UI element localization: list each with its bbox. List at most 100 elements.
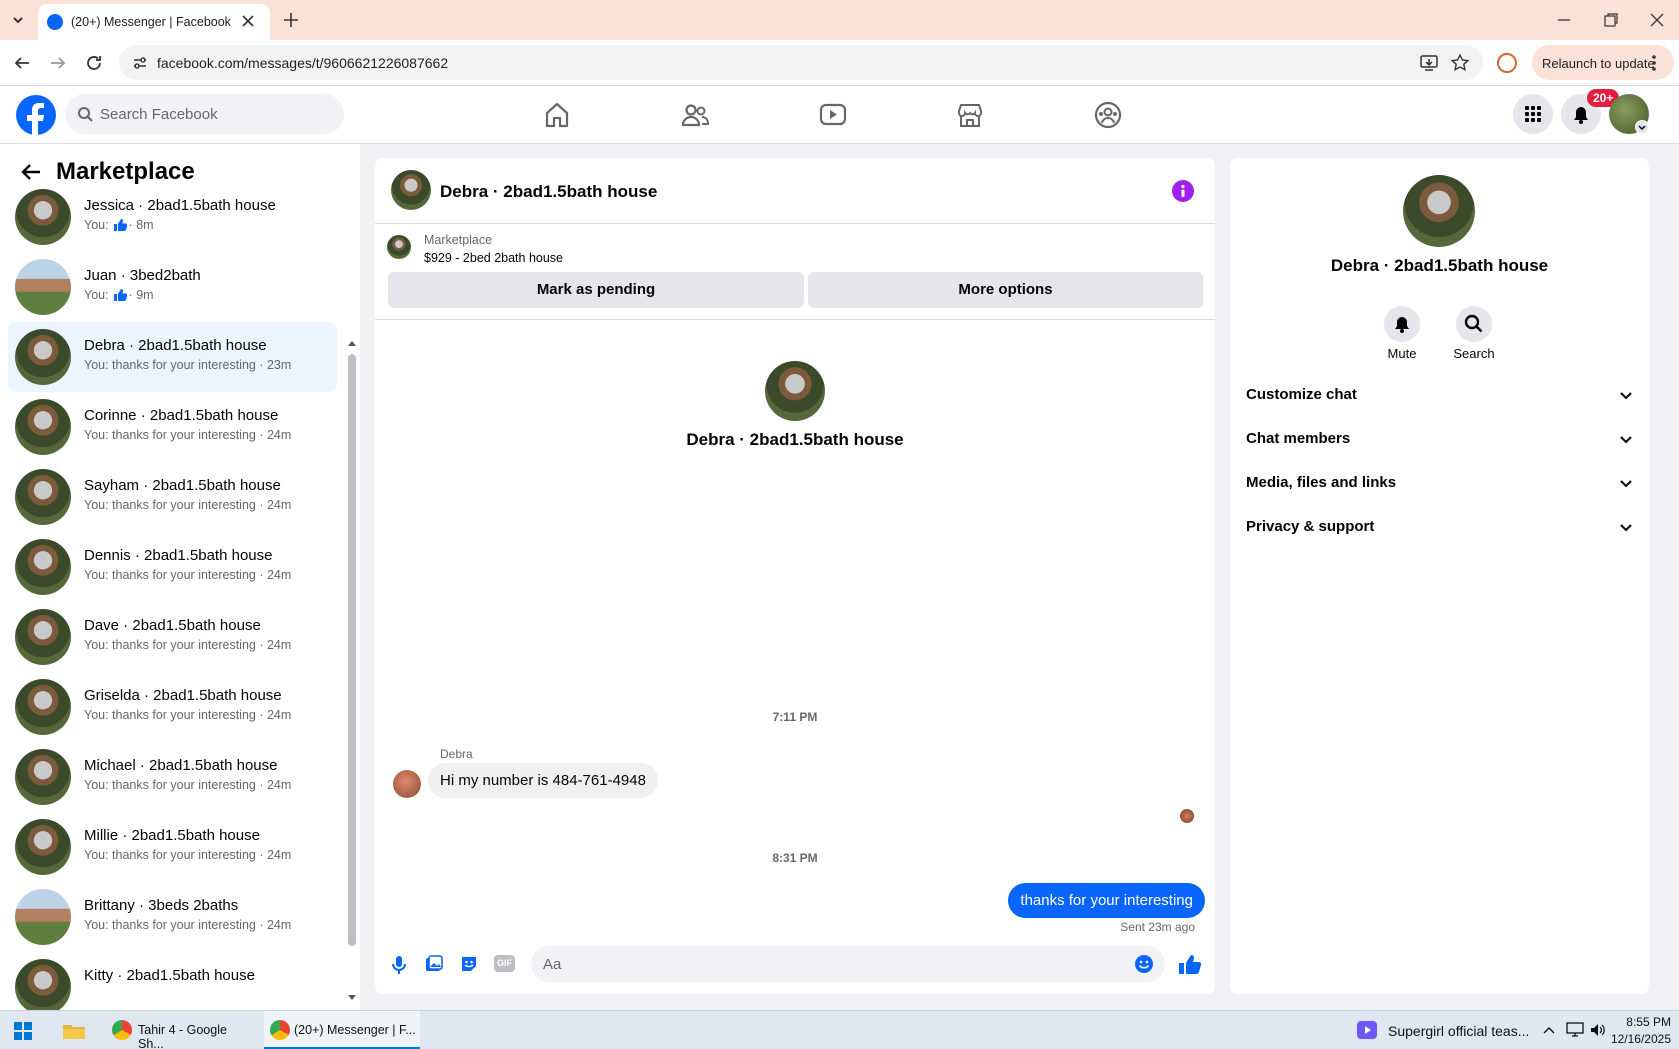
scroll-up-icon[interactable] bbox=[347, 339, 357, 347]
mark-as-pending-button[interactable]: Mark as pending bbox=[388, 272, 804, 308]
conversation-item[interactable]: Michael · 2bad1.5bath house You: thanks f… bbox=[8, 742, 337, 812]
taskbar-app-sheets[interactable]: Tahir 4 - Google Sh... bbox=[108, 1011, 256, 1049]
tray-chevron-icon[interactable] bbox=[1542, 1024, 1556, 1036]
conversation-name: Sayham · 2bad1.5bath house bbox=[84, 477, 281, 494]
restore-icon[interactable] bbox=[1603, 12, 1619, 28]
conversation-item[interactable]: Brittany · 3beds 2baths You: thanks for y… bbox=[8, 882, 337, 952]
timestamp: 8:31 PM bbox=[772, 851, 818, 865]
outgoing-message[interactable]: thanks for your interesting bbox=[1008, 883, 1205, 918]
conversation-item[interactable]: Dave · 2bad1.5bath house You: thanks for … bbox=[8, 602, 337, 672]
address-bar[interactable]: facebook.com/messages/t/9606621226087662 bbox=[119, 45, 1483, 80]
info-section-header[interactable]: Chat members bbox=[1246, 430, 1633, 447]
profile-icon[interactable] bbox=[1497, 53, 1517, 73]
taskbar-app-messenger[interactable]: (20+) Messenger | F... bbox=[264, 1011, 420, 1049]
chevron-down-icon bbox=[1619, 476, 1633, 490]
tab-search-icon[interactable] bbox=[8, 10, 28, 30]
site-info-icon[interactable] bbox=[132, 55, 148, 71]
bookmark-star-icon[interactable] bbox=[1450, 53, 1470, 73]
chevron-down-icon bbox=[1619, 388, 1633, 402]
back-icon[interactable] bbox=[12, 53, 32, 73]
facebook-logo-icon[interactable] bbox=[16, 95, 56, 135]
emoji-icon[interactable] bbox=[1134, 954, 1154, 974]
conversation-avatar bbox=[15, 609, 71, 665]
conversation-name: Michael · 2bad1.5bath house bbox=[84, 757, 278, 774]
back-arrow-icon[interactable] bbox=[20, 161, 42, 183]
scroll-down-icon[interactable] bbox=[347, 994, 357, 1002]
info-section-header[interactable]: Customize chat bbox=[1246, 386, 1633, 403]
conversation-name: Millie · 2bad1.5bath house bbox=[84, 827, 260, 844]
mute-label: Mute bbox=[1387, 346, 1417, 361]
nav-friends-icon[interactable] bbox=[680, 100, 710, 130]
forward-icon[interactable] bbox=[48, 53, 68, 73]
clock-time[interactable]: 8:55 PM bbox=[1615, 1015, 1671, 1029]
chat-title[interactable]: Debra · 2bad1.5bath house bbox=[440, 182, 657, 202]
network-icon[interactable] bbox=[1566, 1022, 1584, 1038]
windows-taskbar: Tahir 4 - Google Sh... (20+) Messenger |… bbox=[0, 1010, 1679, 1049]
conversation-name: Brittany · 3beds 2baths bbox=[84, 897, 239, 914]
conversation-item[interactable]: Dennis · 2bad1.5bath house You: thanks fo… bbox=[8, 532, 337, 602]
photo-icon[interactable] bbox=[424, 954, 444, 974]
section-title: Customize chat bbox=[1246, 386, 1357, 403]
close-window-icon[interactable] bbox=[1649, 12, 1665, 28]
sent-status: Sent 23m ago bbox=[1120, 920, 1195, 934]
conversation-name: Kitty · 2bad1.5bath house bbox=[84, 967, 255, 984]
conversation-item[interactable]: Griselda · 2bad1.5bath house You: thanks … bbox=[8, 672, 337, 742]
preview-time: · 9m bbox=[128, 288, 154, 302]
conversation-item[interactable]: Millie · 2bad1.5bath house You: thanks fo… bbox=[8, 812, 337, 882]
info-section-header[interactable]: Media, files and links bbox=[1246, 474, 1633, 491]
timestamp: 7:11 PM bbox=[772, 710, 818, 724]
incoming-message[interactable]: Hi my number is 484-761-4948 bbox=[428, 763, 658, 798]
search-in-chat-button[interactable] bbox=[1456, 306, 1492, 342]
tab-messenger[interactable]: (20+) Messenger | Facebook bbox=[38, 4, 270, 40]
like-thumb-icon bbox=[113, 218, 127, 231]
media-player-icon[interactable] bbox=[1357, 1021, 1377, 1039]
sender-avatar[interactable] bbox=[393, 770, 421, 798]
like-thumb-icon[interactable] bbox=[1178, 953, 1202, 975]
account-chevron-icon[interactable] bbox=[1635, 120, 1649, 134]
menu-grid-button[interactable] bbox=[1513, 94, 1553, 134]
conversation-preview: You: thanks for your interesting · 24m bbox=[84, 848, 292, 862]
gif-icon[interactable]: GIF bbox=[494, 955, 515, 972]
conversation-avatar bbox=[15, 749, 71, 805]
chat-avatar[interactable] bbox=[391, 170, 431, 210]
conversation-item[interactable]: Debra · 2bad1.5bath house You: thanks for… bbox=[8, 322, 337, 392]
install-app-icon[interactable] bbox=[1419, 53, 1439, 73]
profile-avatar[interactable] bbox=[1403, 175, 1475, 247]
facebook-search-input[interactable]: Search Facebook bbox=[65, 94, 344, 134]
conversation-item[interactable]: Corinne · 2bad1.5bath house You: thanks f… bbox=[8, 392, 337, 462]
nav-video-icon[interactable] bbox=[818, 100, 848, 130]
microphone-icon[interactable] bbox=[389, 954, 409, 976]
seen-indicator-avatar bbox=[1180, 809, 1194, 823]
conversation-avatar bbox=[15, 819, 71, 875]
nav-marketplace-icon[interactable] bbox=[955, 100, 985, 130]
scrollbar-thumb[interactable] bbox=[348, 354, 356, 946]
more-menu-icon[interactable] bbox=[1651, 53, 1657, 73]
preview-prefix: You: bbox=[84, 218, 109, 232]
nav-groups-icon[interactable] bbox=[1093, 100, 1123, 130]
more-options-button[interactable]: More options bbox=[808, 272, 1203, 308]
media-title[interactable]: Supergirl official teas... bbox=[1388, 1023, 1529, 1039]
file-explorer-icon[interactable] bbox=[62, 1021, 86, 1041]
nav-home-icon[interactable] bbox=[542, 100, 572, 130]
sticker-icon[interactable] bbox=[459, 954, 479, 974]
new-tab-icon[interactable] bbox=[282, 11, 300, 29]
info-icon[interactable] bbox=[1172, 180, 1194, 202]
conversation-item[interactable]: Jessica · 2bad1.5bath house You: · 8m bbox=[8, 182, 337, 252]
windows-start-icon[interactable] bbox=[14, 1022, 32, 1040]
close-tab-icon[interactable] bbox=[241, 14, 255, 28]
listing-title[interactable]: $929 - 2bed 2bath house bbox=[424, 251, 563, 265]
mute-button[interactable] bbox=[1384, 306, 1420, 342]
conversation-avatar bbox=[15, 259, 71, 315]
facebook-favicon-icon bbox=[47, 14, 63, 30]
reload-icon[interactable] bbox=[84, 53, 104, 73]
conversation-avatar bbox=[15, 539, 71, 595]
info-section-header[interactable]: Privacy & support bbox=[1246, 518, 1633, 535]
minimize-icon[interactable] bbox=[1556, 12, 1572, 28]
conversation-name: Corinne · 2bad1.5bath house bbox=[84, 407, 279, 424]
like-thumb-icon bbox=[113, 288, 127, 301]
listing-thumbnail[interactable] bbox=[387, 235, 411, 259]
conversation-item[interactable]: Juan · 3bed2bath You: · 9m bbox=[8, 252, 337, 322]
message-input[interactable]: Aa bbox=[531, 946, 1165, 982]
clock-date[interactable]: 12/16/2025 bbox=[1603, 1032, 1671, 1046]
conversation-item[interactable]: Sayham · 2bad1.5bath house You: thanks fo… bbox=[8, 462, 337, 532]
